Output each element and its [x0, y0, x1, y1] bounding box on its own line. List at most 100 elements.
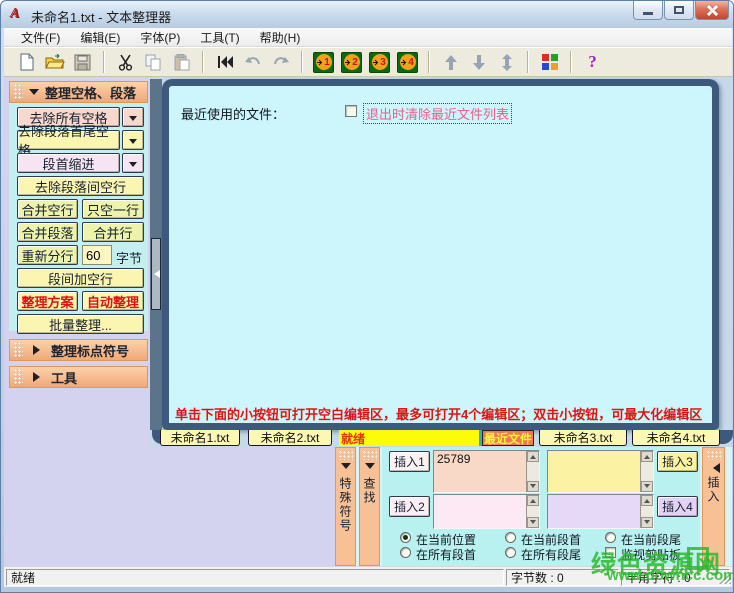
scroll-down-icon[interactable] — [641, 481, 653, 492]
section-header-spaces[interactable]: 整理空格、段落 — [9, 81, 148, 103]
close-button[interactable] — [695, 1, 729, 20]
rewrap-lines-button[interactable]: 重新分行 — [17, 245, 78, 265]
maximize-button[interactable] — [664, 1, 694, 20]
trim-para-spaces-dropdown[interactable] — [122, 130, 144, 150]
insert-text-2[interactable] — [433, 494, 540, 529]
indent-first-line-dropdown[interactable] — [122, 153, 144, 173]
scroll-down-icon[interactable] — [527, 481, 539, 492]
scroll-up-icon[interactable] — [527, 451, 539, 462]
scroll-up-icon[interactable] — [641, 451, 653, 462]
monitor-clipboard-label[interactable]: 监视剪贴板 — [621, 546, 681, 563]
move-down-button[interactable] — [466, 49, 491, 75]
clear-on-exit-checkbox[interactable] — [345, 105, 357, 117]
merge-blank-lines-button[interactable]: 合并空行 — [17, 199, 78, 219]
splitter-collapse-handle[interactable] — [151, 238, 161, 310]
open-file-button[interactable] — [42, 49, 67, 75]
radio-at-current-para-start[interactable] — [505, 532, 516, 543]
menu-tools[interactable]: 工具(T) — [191, 27, 248, 48]
menu-file[interactable]: 文件(F) — [12, 27, 69, 48]
insert-text-3[interactable] — [547, 450, 654, 493]
menu-edit[interactable]: 编辑(E) — [71, 27, 129, 48]
down-arrow-icon — [473, 55, 485, 70]
menu-help[interactable]: 帮助(H) — [251, 27, 310, 48]
resize-grip[interactable] — [719, 572, 731, 584]
merge-lines-button[interactable]: 合并行 — [82, 222, 144, 242]
find-strip[interactable]: 查找 — [359, 447, 380, 566]
scrollbar[interactable] — [640, 495, 653, 528]
find-label: 查找 — [361, 477, 378, 505]
tab-recent-files[interactable]: 最近文件 — [482, 430, 534, 446]
indent-first-line-button[interactable]: 段首缩进 — [17, 153, 120, 173]
undo-button[interactable] — [240, 49, 265, 75]
trim-para-spaces-button[interactable]: 去除段落首尾空格 — [17, 130, 120, 150]
close-icon — [707, 5, 718, 16]
save-button[interactable] — [70, 49, 95, 75]
rewrap-bytes-input[interactable] — [82, 245, 112, 265]
insert-text-4[interactable] — [547, 494, 654, 529]
section-title: 整理标点符号 — [51, 341, 129, 360]
scroll-down-icon[interactable] — [641, 517, 653, 528]
cut-button[interactable] — [113, 49, 138, 75]
insert-strip[interactable]: 插入 — [702, 447, 725, 566]
monitor-clipboard-checkbox[interactable] — [605, 547, 616, 558]
remove-all-spaces-dropdown[interactable] — [122, 107, 144, 127]
scrollbar[interactable] — [640, 451, 653, 492]
menu-font[interactable]: 字体(P) — [131, 27, 189, 48]
scroll-up-icon[interactable] — [527, 495, 539, 506]
title-bar[interactable]: A 未命名1.txt - 文本整理器 — [1, 1, 734, 28]
keep-one-blank-button[interactable]: 只空一行 — [82, 199, 144, 219]
scrollbar[interactable] — [526, 451, 539, 492]
insert-text-1[interactable]: 25789 — [433, 450, 540, 493]
radio-label[interactable]: 在所有段首 — [416, 546, 476, 563]
go-first-button[interactable] — [212, 49, 237, 75]
move-updown-button[interactable] — [494, 49, 519, 75]
section-header-tools[interactable]: 工具 — [9, 366, 148, 388]
section-header-punctuation[interactable]: 整理标点符号 — [9, 339, 148, 361]
arrow-icon — [401, 59, 407, 66]
open-editor-4-button[interactable]: 4 — [395, 49, 420, 75]
insert-1-button[interactable]: 插入1 — [389, 451, 430, 472]
open-editor-1-button[interactable]: 1 — [311, 49, 336, 75]
insert-strip-label: 插入 — [705, 476, 722, 504]
new-file-button[interactable] — [14, 49, 39, 75]
help-button[interactable]: ? — [580, 49, 605, 75]
special-symbols-strip[interactable]: 特殊符号 — [335, 447, 356, 566]
radio-at-current-position[interactable] — [400, 532, 411, 543]
minimize-button[interactable] — [633, 1, 663, 20]
paste-button[interactable] — [169, 49, 194, 75]
insert-3-button[interactable]: 插入3 — [657, 451, 698, 472]
layout-blocks-button[interactable] — [537, 49, 562, 75]
remove-blank-between-button[interactable]: 去除段落间空行 — [17, 176, 144, 196]
tab-untitled-1[interactable]: 未命名1.txt — [160, 430, 240, 446]
radio-at-current-para-end[interactable] — [605, 532, 616, 543]
arrow-icon — [373, 59, 379, 66]
radio-label[interactable]: 在所有段尾 — [521, 546, 581, 563]
copy-button[interactable] — [141, 49, 166, 75]
open-editor-2-button[interactable]: 2 — [339, 49, 364, 75]
clear-on-exit-label[interactable]: 退出时清除最近文件列表 — [363, 103, 512, 124]
batch-format-button[interactable]: 批量整理... — [17, 314, 144, 334]
tab-untitled-3[interactable]: 未命名3.txt — [539, 430, 627, 446]
auto-format-button[interactable]: 自动整理 — [82, 291, 144, 311]
move-up-button[interactable] — [438, 49, 463, 75]
redo-button[interactable] — [268, 49, 293, 75]
scroll-up-icon[interactable] — [641, 495, 653, 506]
bottom-left-area — [4, 447, 336, 566]
insert-4-button[interactable]: 插入4 — [657, 496, 698, 517]
insert-2-button[interactable]: 插入2 — [389, 496, 430, 517]
radio-at-all-para-end[interactable] — [505, 547, 516, 558]
scrollbar[interactable] — [526, 495, 539, 528]
save-icon — [74, 54, 91, 71]
tab-untitled-4[interactable]: 未命名4.txt — [632, 430, 720, 446]
open-editor-3-button[interactable]: 3 — [367, 49, 392, 75]
grip-icon — [14, 369, 23, 385]
scroll-down-icon[interactable] — [527, 517, 539, 528]
editor-1-icon: 1 — [313, 52, 334, 73]
tab-untitled-2[interactable]: 未命名2.txt — [248, 430, 332, 446]
radio-at-all-para-start[interactable] — [400, 547, 411, 558]
collapse-left-icon — [150, 270, 160, 278]
scheme-button[interactable]: 整理方案 — [17, 291, 78, 311]
status-bar: 就绪 字节数 : 0 半角字符 : 0 — [4, 566, 732, 587]
add-blank-between-button[interactable]: 段间加空行 — [17, 268, 144, 288]
merge-paragraphs-button[interactable]: 合并段落 — [17, 222, 78, 242]
